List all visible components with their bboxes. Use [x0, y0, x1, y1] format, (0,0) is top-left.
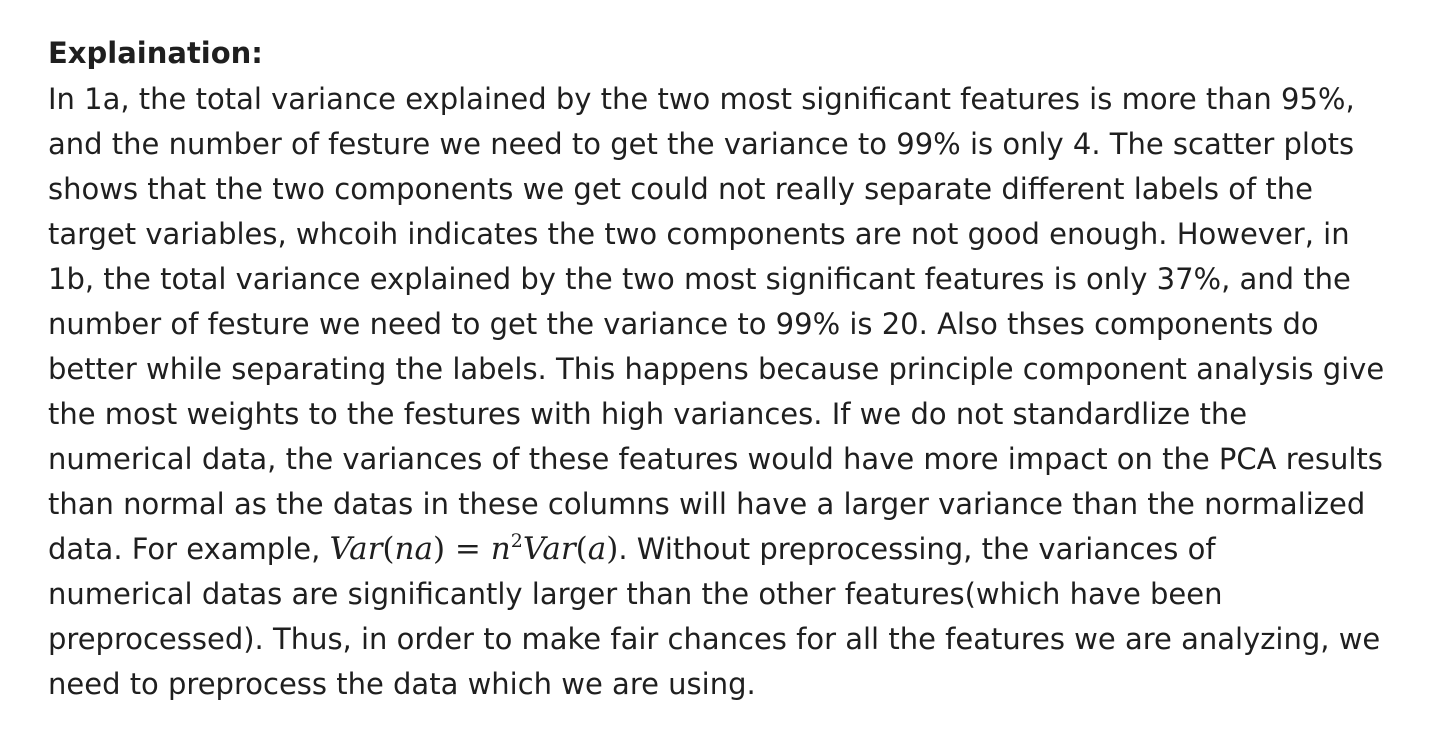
paragraph-line: 1b, the total variance explained by the … [48, 262, 1351, 296]
variance-formula: Var(na) = n2Var(a) [329, 530, 619, 567]
formula-coef: n [490, 531, 511, 567]
paragraph-line: and the number of festure we need to get… [48, 127, 1355, 161]
formula-rhs-arg: a [587, 531, 607, 567]
formula-lhs-arg: na [394, 531, 433, 567]
formula-lhs-func: Var [329, 531, 383, 567]
paragraph-line: shows that the two components we get cou… [48, 172, 1313, 206]
paragraph-line: need to preprocess the data which we are… [48, 667, 756, 701]
paragraph-line: preprocessed). Thus, in order to make fa… [48, 622, 1381, 656]
explanation-paragraph: In 1a, the total variance explained by t… [48, 77, 1428, 707]
formula-exponent: 2 [510, 530, 523, 552]
paragraph-line: In 1a, the total variance explained by t… [48, 82, 1355, 116]
paragraph-line: numerical datas are significantly larger… [48, 577, 1223, 611]
example-text-after: . Without preprocessing, the variances o… [618, 532, 1216, 566]
paragraph-line: the most weights to the festures with hi… [48, 397, 1248, 431]
paragraph-line: numerical data, the variances of these f… [48, 442, 1383, 476]
formula-equals: = [445, 531, 491, 567]
section-heading: Explaination: [48, 36, 263, 70]
explanation-section: Explaination: In 1a, the total variance … [48, 33, 1428, 707]
paragraph-line: better while separating the labels. This… [48, 352, 1385, 386]
paragraph-line: than normal as the datas in these column… [48, 487, 1366, 521]
paragraph-line: target variables, whcoih indicates the t… [48, 217, 1350, 251]
example-text-before: data. For example, [48, 532, 330, 566]
example-line: data. For example, Var(na) = n2Var(a). W… [48, 527, 1428, 572]
formula-rhs-func: Var [522, 531, 576, 567]
paragraph-line: number of festure we need to get the var… [48, 307, 1319, 341]
